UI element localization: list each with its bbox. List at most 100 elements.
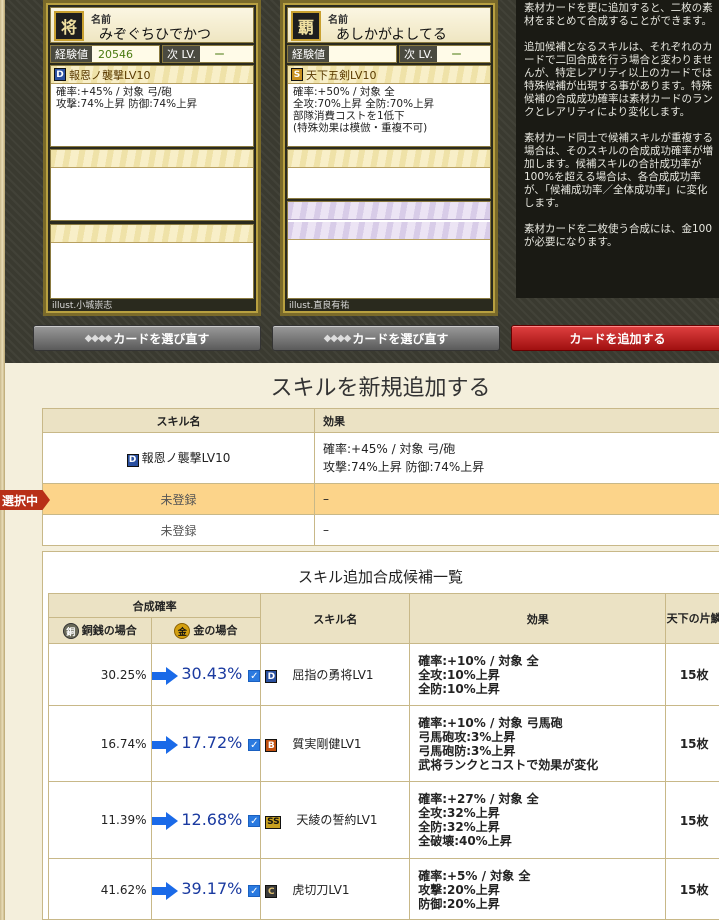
next-level-label: 次 LV. <box>163 46 201 62</box>
effect-line: 全破壊:40%上昇 <box>418 834 512 848</box>
col-header-effect: 効果 <box>409 593 667 644</box>
gold-rate: 39.17% <box>181 879 243 899</box>
next-level-value: ー <box>451 48 463 61</box>
gold-rate: 17.72% <box>181 733 243 753</box>
grade-d-icon: D <box>54 68 66 81</box>
right-arrow-icon <box>151 812 178 831</box>
card-name: みぞぐちひでかつ <box>99 27 211 43</box>
rank-emblem-icon: 覇 <box>291 11 321 41</box>
skill-line: (特殊効果は模倣・重複不可) <box>293 122 428 134</box>
effect-line: 防御:20%上昇 <box>418 896 500 911</box>
gold-label: 金の場合 <box>193 624 238 637</box>
right-arrow-icon <box>151 735 178 754</box>
effect-line: 武将ランクとコストで効果が変化 <box>418 757 599 772</box>
effect-line: 弓馬砲攻:3%上昇 <box>418 729 516 744</box>
gold-rate: 30.43% <box>181 664 243 684</box>
grade-ss-icon: SS <box>265 815 282 829</box>
checkbox-checked-icon[interactable]: ✓ <box>248 815 261 828</box>
gold-rate: 12.68% <box>181 809 243 829</box>
col-header-rate: 合成確率 <box>47 593 262 618</box>
candidate-row: 11.39% 12.68% ✓ SS 天綾の誓約LV1 確率:+27% / 対象 全… <box>48 781 719 859</box>
add-card-button[interactable]: カードを追加する <box>511 325 719 351</box>
grade-s-icon: S <box>291 68 303 81</box>
effect-line: 確率:+45% / 対象 弓/砲 <box>323 442 456 456</box>
grade-b-icon: B <box>265 739 278 753</box>
skill-name: 質実剛健LV1 <box>292 736 362 751</box>
effect-line: 全攻:32%上昇 <box>418 806 500 820</box>
illustrator-credit: illust.直良有祐 <box>289 301 350 311</box>
next-level-value: ー <box>214 48 226 61</box>
copper-rate: 16.74% <box>48 705 152 782</box>
col-header-skill-name: スキル名 <box>42 408 315 433</box>
gold-coin-icon: 金 <box>174 623 191 639</box>
exp-bar: 経験値 次 LV. ー <box>287 45 491 63</box>
card-skill-slot-3 <box>287 201 491 299</box>
copper-rate: 41.62% <box>48 858 152 920</box>
material-card-2: 覇 名前 あしかがよしてる 経験値 次 LV. ー S 天下五剣LV10 確率:+5… <box>280 0 498 316</box>
effect-line: 全防:10%上昇 <box>418 681 500 696</box>
table-row-selected[interactable]: 未登録 – <box>42 483 719 515</box>
effect-line: 弓馬砲防:3%上昇 <box>418 743 516 758</box>
grade-c-icon: C <box>265 885 278 899</box>
checkbox-checked-icon[interactable]: ✓ <box>248 669 261 682</box>
right-arrow-icon <box>151 666 178 685</box>
table-row[interactable]: D 報恩ノ襲撃LV10 確率:+45% / 対象 弓/砲 攻撃:74%上昇 防御:… <box>42 432 719 484</box>
piece-count: 15枚 <box>665 643 719 706</box>
col-header-count: 天下の片鱗 <box>665 593 719 644</box>
button-label: カードを選び直す <box>113 331 210 346</box>
skill-name: 未登録 <box>42 514 315 546</box>
reselect-card-button-1[interactable]: ◆◆◆◆ カードを選び直す <box>33 325 261 351</box>
card-skill-slot-1: S 天下五剣LV10 確率:+50% / 対象 全 全攻:70%上昇 全防:70%… <box>287 65 491 147</box>
skill-name: 未登録 <box>42 483 315 515</box>
piece-count: 15枚 <box>665 781 719 859</box>
skill-title: 天下五剣LV10 <box>306 68 377 82</box>
piece-count: 15枚 <box>665 705 719 782</box>
section-title: スキルを新規追加する <box>270 376 491 401</box>
card-skill-slot-2 <box>50 149 254 221</box>
copper-coin-icon: 銅 <box>62 623 79 639</box>
card-area: 将 名前 みぞぐちひでかつ 経験値 20546 次 LV. ー D 報恩ノ襲撃LV10… <box>5 0 719 363</box>
skill-line: 確率:+50% / 対象 全 <box>293 86 395 98</box>
skill-line: 全攻:70%上昇 全防:70%上昇 <box>293 98 435 110</box>
card-skill-slot-3 <box>50 224 254 299</box>
right-arrow-icon <box>151 881 178 900</box>
selected-tag: 選択中 <box>0 490 50 510</box>
checkbox-checked-icon[interactable]: ✓ <box>248 738 261 751</box>
grade-d-icon: D <box>126 453 139 467</box>
button-label: カードを選び直す <box>352 331 449 346</box>
exp-value: 20546 <box>98 47 133 61</box>
effect-line: 全攻:10%上昇 <box>418 667 500 682</box>
effect-line: 確率:+5% / 対象 全 <box>418 868 531 883</box>
skill-line: 確率:+45% / 対象 弓/砲 <box>56 86 172 98</box>
skill-name: 屈指の勇将LV1 <box>292 667 374 682</box>
effect-line: – <box>314 483 719 515</box>
table-row[interactable]: 未登録 – <box>42 514 719 546</box>
illustrator-credit: illust.小城崇志 <box>52 301 113 311</box>
card-namebox: 覇 名前 あしかがよしてる <box>287 7 491 43</box>
next-level-label: 次 LV. <box>400 46 438 62</box>
info-paragraph: 素材カードを二枚使う合成には、金100が必要になります。 <box>524 223 713 248</box>
candidate-table: 合成確率 スキル名 効果 天下の片鱗 銅銅銭の場合 金金の場合 30.25% 3… <box>47 593 719 920</box>
card-namebox: 将 名前 みぞぐちひでかつ <box>50 7 254 43</box>
card-skill-slot-2 <box>287 149 491 199</box>
skill-name: 報恩ノ襲撃LV10 <box>141 451 231 466</box>
diamond-dots-icon: ◆◆◆◆ <box>323 332 352 344</box>
copper-label: 銅銭の場合 <box>81 624 137 637</box>
checkbox-checked-icon[interactable]: ✓ <box>248 884 261 897</box>
copper-rate: 11.39% <box>48 781 152 859</box>
candidate-title: スキル追加合成候補一覧 <box>297 568 463 586</box>
candidate-row: 16.74% 17.72% ✓ B 質実剛健LV1 確率:+10% / 対象 弓馬砲… <box>48 705 719 782</box>
diamond-dots-icon: ◆◆◆◆ <box>84 332 113 344</box>
copper-rate: 30.25% <box>48 643 152 706</box>
effect-line: 攻撃:20%上昇 <box>418 882 500 897</box>
skill-line: 攻撃:74%上昇 防御:74%上昇 <box>56 98 198 110</box>
skill-name: 天綾の誓約LV1 <box>296 813 378 828</box>
effect-line: 攻撃:74%上昇 防御:74%上昇 <box>323 460 485 474</box>
skill-name: 虎切刀LV1 <box>292 882 350 897</box>
skill-table: スキル名 効果 D 報恩ノ襲撃LV10 確率:+45% / 対象 弓/砲 攻撃:7… <box>42 408 719 546</box>
rank-emblem-icon: 将 <box>54 11 84 41</box>
reselect-card-button-2[interactable]: ◆◆◆◆ カードを選び直す <box>272 325 500 351</box>
col-header-effect: 効果 <box>314 408 719 433</box>
candidate-row: 30.25% 30.43% ✓ D 屈指の勇将LV1 確率:+10% / 対象 全 … <box>48 643 719 706</box>
col-header-skill-name: スキル名 <box>260 593 411 644</box>
